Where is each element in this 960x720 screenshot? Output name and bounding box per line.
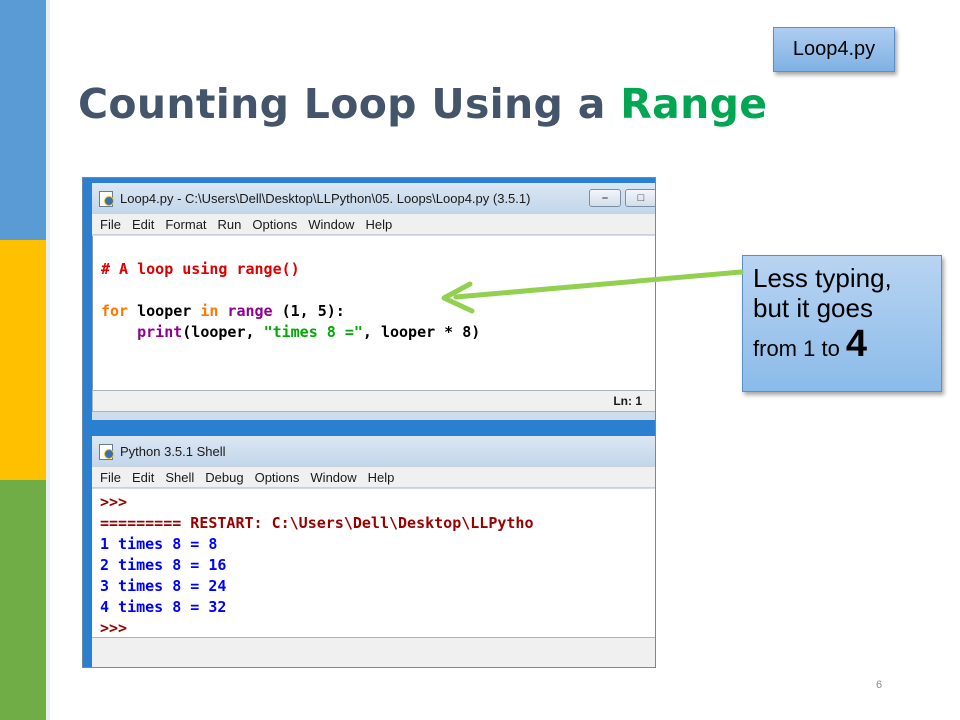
code-line-4: print(looper, "times 8 =", looper * 8): [101, 322, 655, 343]
maximize-button[interactable]: □: [625, 189, 655, 207]
title-accent: Range: [620, 80, 768, 128]
menu-format[interactable]: Format: [165, 217, 206, 232]
shell-menu-debug[interactable]: Debug: [205, 470, 243, 485]
editor-window: Loop4.py - C:\Users\Dell\Desktop\LLPytho…: [92, 183, 655, 420]
shell-menu-options[interactable]: Options: [255, 470, 300, 485]
loop-variable: looper: [128, 302, 201, 320]
editor-menubar: File Edit Format Run Options Window Help: [92, 213, 655, 235]
range-args: (1, 5):: [272, 302, 345, 320]
stripe-blue: [0, 0, 46, 240]
shell-menubar: File Edit Shell Debug Options Window Hel…: [92, 466, 655, 488]
shell-window: Python 3.5.1 Shell File Edit Shell Debug…: [92, 436, 655, 667]
shell-prompt-end: >>>: [100, 619, 128, 637]
slide-number: 6: [876, 679, 883, 691]
code-line-1: # A loop using range(): [101, 259, 655, 280]
window-controls: ⎯ □: [589, 189, 655, 207]
shell-menu-file[interactable]: File: [100, 470, 121, 485]
editor-statusbar: Ln: 1: [92, 390, 655, 412]
callout-line-2: but it goes: [753, 293, 873, 323]
minimize-button[interactable]: ⎯: [589, 189, 621, 207]
range-function: range: [218, 302, 273, 320]
print-function: print: [137, 323, 183, 341]
menu-options[interactable]: Options: [252, 217, 297, 232]
shell-bottom-bar: [92, 637, 655, 667]
output-line-3: 3 times 8 = 24: [100, 577, 227, 595]
python-file-icon: [98, 190, 114, 207]
shell-menu-window[interactable]: Window: [310, 470, 356, 485]
screenshot: Loop4.py - C:\Users\Dell\Desktop\LLPytho…: [82, 177, 656, 668]
output-line-1: 1 times 8 = 8: [100, 535, 218, 553]
menu-file[interactable]: File: [100, 217, 121, 232]
menu-help[interactable]: Help: [365, 217, 392, 232]
callout-box: Less typing, but it goes from 1 to 4: [742, 255, 942, 392]
output-line-4: 4 times 8 = 32: [100, 598, 227, 616]
print-args-close: , looper * 8): [362, 323, 481, 341]
shell-menu-help[interactable]: Help: [368, 470, 395, 485]
shell-menu-edit[interactable]: Edit: [132, 470, 154, 485]
line-indicator: Ln: 1: [613, 394, 642, 408]
callout-line-3: from 1 to 4: [753, 323, 931, 370]
shell-titlebar[interactable]: Python 3.5.1 Shell: [92, 436, 655, 466]
title-main: Counting Loop Using a: [78, 80, 621, 128]
stripe-edge: [46, 0, 50, 720]
menu-edit[interactable]: Edit: [132, 217, 154, 232]
code-comment: # A loop using range(): [101, 260, 300, 278]
shell-console[interactable]: >>> ========= RESTART: C:\Users\Dell\Desk…: [92, 489, 655, 637]
callout-line-1: Less typing,: [753, 263, 892, 293]
callout-prefix: from 1 to: [753, 336, 846, 361]
menu-run[interactable]: Run: [218, 217, 242, 232]
file-tag: Loop4.py: [773, 27, 895, 72]
stripe-yellow: [0, 240, 46, 480]
shell-prompt: >>>: [100, 493, 128, 511]
menu-window[interactable]: Window: [308, 217, 354, 232]
print-args-open: (looper,: [182, 323, 264, 341]
print-string: "times 8 =": [263, 323, 363, 341]
stripe-green: [0, 480, 46, 720]
shell-title: Python 3.5.1 Shell: [120, 443, 226, 459]
keyword-in: in: [200, 302, 219, 320]
code-line-3: for looper in range (1, 5):: [101, 301, 655, 322]
slide-title: Counting Loop Using a Range: [78, 80, 767, 128]
output-line-2: 2 times 8 = 16: [100, 556, 227, 574]
editor-titlebar[interactable]: Loop4.py - C:\Users\Dell\Desktop\LLPytho…: [92, 183, 655, 213]
code-editor[interactable]: # A loop using range() for looper in ran…: [92, 236, 655, 392]
restart-line: ========= RESTART: C:\Users\Dell\Desktop…: [100, 514, 534, 532]
callout-emphasis: 4: [845, 323, 868, 365]
editor-title: Loop4.py - C:\Users\Dell\Desktop\LLPytho…: [120, 190, 531, 206]
shell-menu-shell[interactable]: Shell: [165, 470, 194, 485]
keyword-for: for: [101, 302, 129, 320]
python-shell-icon: [98, 443, 114, 460]
